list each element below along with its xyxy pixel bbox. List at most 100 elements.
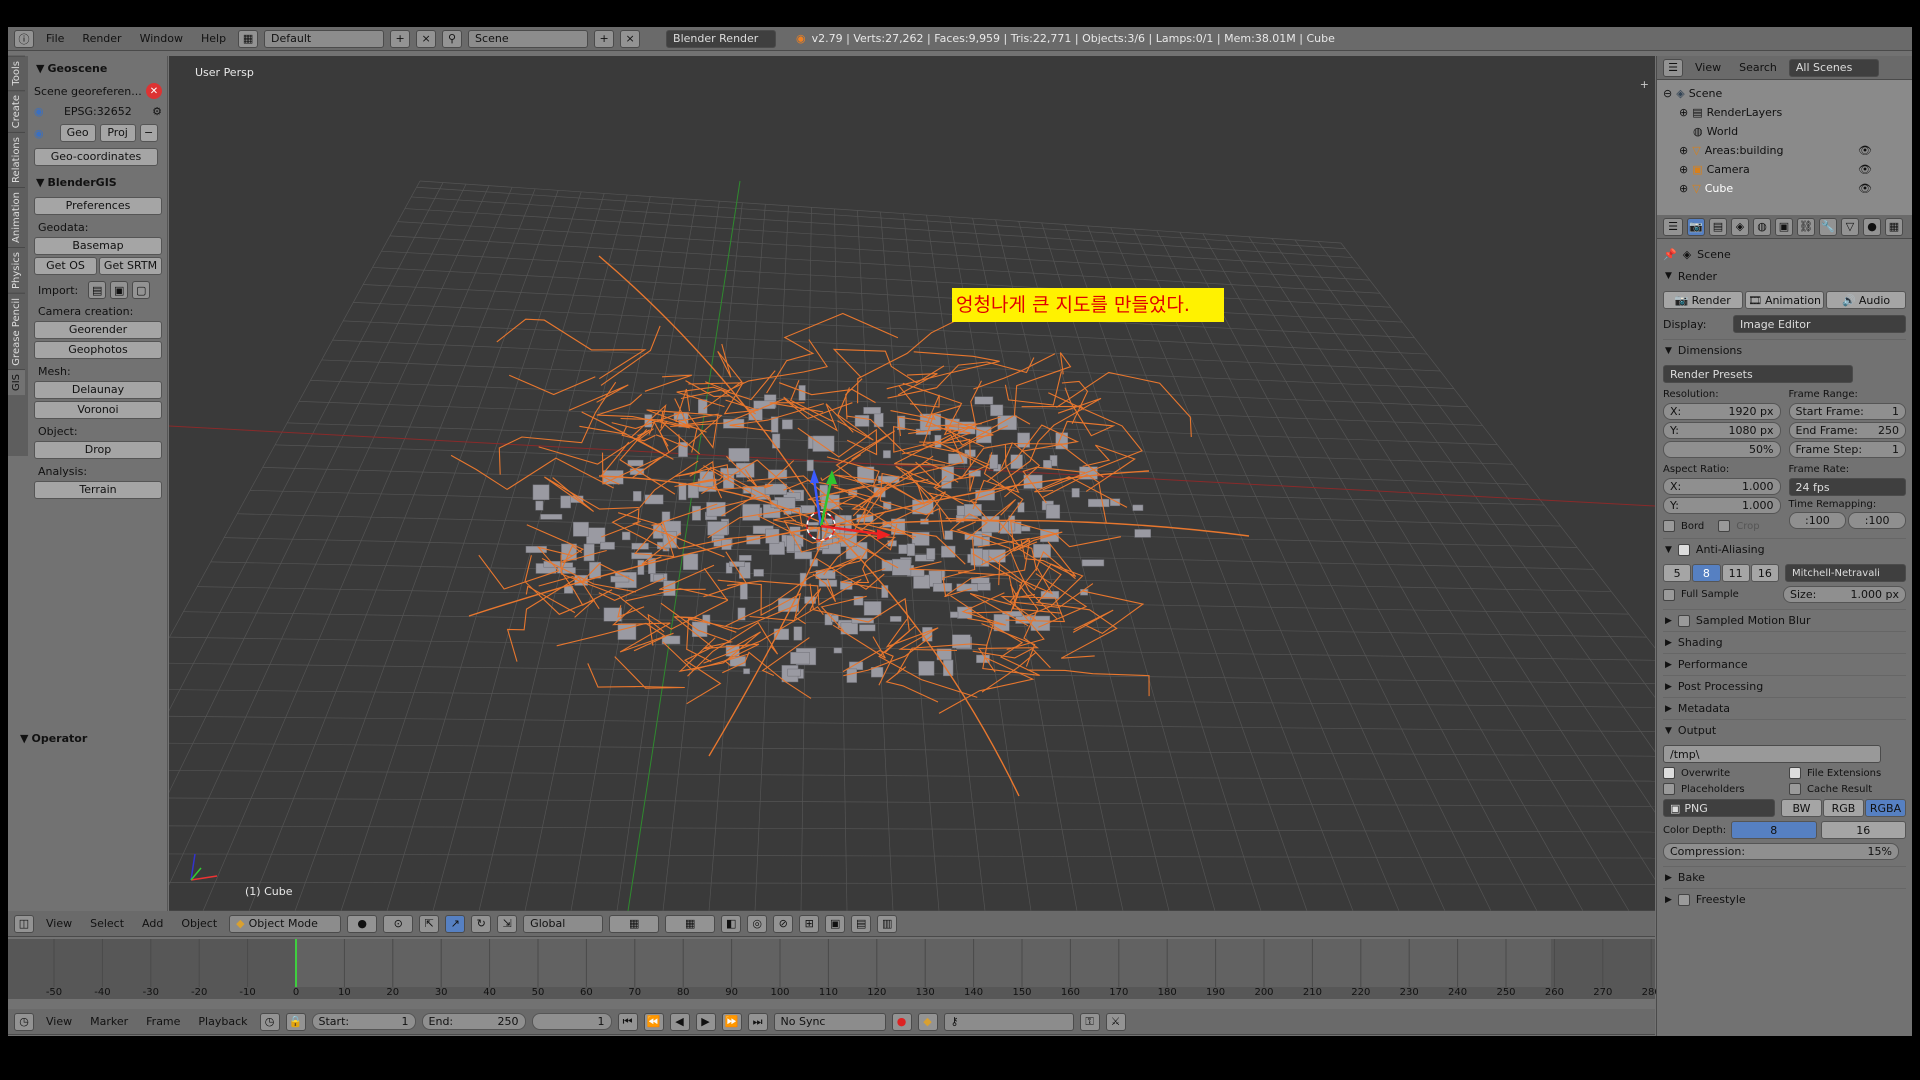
modifiers-tab-icon[interactable]: 🔧 xyxy=(1819,217,1837,236)
remap-new-field[interactable]: :100 xyxy=(1848,512,1906,529)
visibility-eye-icon[interactable]: 👁 xyxy=(1858,144,1872,157)
opengl-anim-icon[interactable]: ▥ xyxy=(877,914,898,933)
manipulator-toggle-icon[interactable]: ⇱ xyxy=(419,914,440,933)
crop-checkbox[interactable] xyxy=(1718,520,1731,532)
frame-step-field[interactable]: Frame Step: 1 xyxy=(1788,441,1906,458)
keying-set-field[interactable]: ⚷ xyxy=(943,1012,1074,1031)
world-tab-icon[interactable]: ◍ xyxy=(1753,217,1771,236)
layout-selector[interactable]: Default xyxy=(264,29,385,48)
geophotos-button[interactable]: Geophotos xyxy=(34,341,162,359)
color-rgba-button[interactable]: RGBA xyxy=(1865,799,1906,817)
tab-grease-pencil[interactable]: Grease Pencil xyxy=(8,292,25,370)
timeline-editor[interactable]: -50 -40 -30 -20 -10 0 10 20 30 40 50 60 70 80 90 100 110… xyxy=(8,939,1661,999)
get-srtm-button[interactable]: Get SRTM xyxy=(99,257,162,275)
voronoi-button[interactable]: Voronoi xyxy=(34,401,162,419)
pivot-point-icon[interactable]: ⊙ xyxy=(383,914,414,933)
outliner-item-camera[interactable]: ⊕ ▣ Camera 👁 xyxy=(1663,160,1912,179)
tab-create[interactable]: Create xyxy=(8,89,25,132)
jump-start-icon[interactable]: ⏮ xyxy=(617,1012,638,1031)
info-editor-icon[interactable]: ⓘ xyxy=(14,29,34,48)
expand-icon[interactable]: ⊕ xyxy=(1679,182,1688,195)
menu-view[interactable]: View xyxy=(40,917,78,930)
freestyle-checkbox[interactable] xyxy=(1677,893,1690,906)
sampled-motion-blur-header[interactable]: ▶ Sampled Motion Blur xyxy=(1663,609,1906,631)
outliner-item-renderlayers[interactable]: ⊕ ▤ RenderLayers xyxy=(1663,103,1912,122)
viewport-shading-icon[interactable]: ● xyxy=(347,914,378,933)
frame-rate-select[interactable]: 24 fps xyxy=(1788,478,1906,496)
tab-relations[interactable]: Relations xyxy=(8,131,25,187)
drop-button[interactable]: Drop xyxy=(34,441,162,459)
filter-size-field[interactable]: Size: 1.000 px xyxy=(1783,586,1906,603)
remove-scene-icon[interactable]: × xyxy=(620,29,641,48)
output-path-field[interactable]: /tmp\ xyxy=(1663,745,1881,763)
play-reverse-icon[interactable]: ◀ xyxy=(669,1012,690,1031)
display-select[interactable]: Image Editor xyxy=(1733,315,1906,333)
data-tab-icon[interactable]: ▽ xyxy=(1841,217,1859,236)
tab-animation[interactable]: Animation xyxy=(8,186,25,247)
3d-viewport[interactable]: User Persp (1) Cube 엉청나게 큰 지도를 만들었다. + xyxy=(169,56,1655,911)
scene-icon[interactable]: ⚲ xyxy=(442,29,463,48)
terrain-button[interactable]: Terrain xyxy=(34,481,162,499)
lock-icon[interactable]: 🔒 xyxy=(285,1012,306,1031)
depth-16-button[interactable]: 16 xyxy=(1820,821,1906,839)
bake-panel-header[interactable]: ▶ Bake xyxy=(1663,866,1906,888)
radio-icon[interactable]: ◉ xyxy=(34,127,44,140)
cache-result-checkbox[interactable] xyxy=(1789,783,1801,795)
output-panel-header[interactable]: ▼ Output xyxy=(1663,719,1906,741)
expand-icon[interactable]: ⊕ xyxy=(1679,106,1688,119)
render-panel-header[interactable]: ▼ Render xyxy=(1663,265,1906,287)
translate-icon[interactable]: ↗ xyxy=(445,914,466,933)
menu-add[interactable]: Add xyxy=(136,917,169,930)
preferences-button[interactable]: Preferences xyxy=(34,197,162,215)
performance-panel-header[interactable]: ▶ Performance xyxy=(1663,653,1906,675)
tl-menu-view[interactable]: View xyxy=(40,1015,78,1028)
start-frame-field[interactable]: Start: 1 xyxy=(311,1013,416,1030)
expand-icon[interactable]: ⊕ xyxy=(1679,163,1688,176)
proj-button[interactable]: Proj xyxy=(99,124,136,142)
tab-gis[interactable]: GIS xyxy=(8,369,25,396)
tab-tools[interactable]: Tools xyxy=(8,56,25,90)
next-keyframe-icon[interactable]: ⏩ xyxy=(721,1012,742,1031)
render-engine-select[interactable]: Blender Render xyxy=(666,29,777,48)
layout-icon[interactable]: ▦ xyxy=(238,29,259,48)
constraints-tab-icon[interactable]: ⛓ xyxy=(1797,217,1815,236)
render-layers-tab-icon[interactable]: ▤ xyxy=(1709,217,1727,236)
panel-operator-header[interactable]: ▼ Operator xyxy=(18,732,87,745)
geo-button[interactable]: Geo xyxy=(59,124,96,142)
scene-tab-icon[interactable]: ◈ xyxy=(1731,217,1749,236)
tl-menu-marker[interactable]: Marker xyxy=(84,1015,134,1028)
menu-help[interactable]: Help xyxy=(195,32,232,45)
not-georef-icon[interactable]: ✕ xyxy=(146,83,162,99)
layers-grid-2-icon[interactable]: ▦ xyxy=(665,914,716,933)
menu-select[interactable]: Select xyxy=(84,917,130,930)
aa-enable-checkbox[interactable] xyxy=(1677,543,1690,556)
basemap-button[interactable]: Basemap xyxy=(34,237,162,255)
resolution-percent-field[interactable]: 50% xyxy=(1663,441,1781,458)
outliner-item-cube[interactable]: ⊕ ▽ Cube 👁 xyxy=(1663,179,1912,198)
import-shapefile-icon[interactable]: ▤ xyxy=(88,281,107,299)
jump-end-icon[interactable]: ⏭ xyxy=(747,1012,768,1031)
georender-button[interactable]: Georender xyxy=(34,321,162,339)
metadata-panel-header[interactable]: ▶ Metadata xyxy=(1663,697,1906,719)
radio-icon[interactable]: ◉ xyxy=(34,105,44,118)
proportional-edit-icon[interactable]: ◎ xyxy=(747,914,768,933)
get-os-button[interactable]: Get OS xyxy=(34,257,97,275)
minus-button[interactable]: − xyxy=(139,124,158,142)
insert-key-icon[interactable]: ⚿ xyxy=(1079,1012,1100,1031)
editor-type-icon[interactable]: ◫ xyxy=(14,914,34,933)
outliner-item-scene[interactable]: ⊖ ◈ Scene xyxy=(1663,84,1912,103)
scene-selector[interactable]: Scene xyxy=(468,29,589,48)
viewport-corner-plus-icon[interactable]: + xyxy=(1640,78,1649,91)
render-button[interactable]: 📷 Render xyxy=(1663,291,1743,309)
import-raster-icon[interactable]: ▣ xyxy=(110,281,129,299)
pin-icon[interactable]: 📌 xyxy=(1663,248,1677,261)
border-checkbox[interactable] xyxy=(1663,520,1675,532)
transform-orientation-select[interactable]: Global xyxy=(523,914,604,933)
panel-blendergis-header[interactable]: ▼ BlenderGIS xyxy=(34,176,162,189)
sync-mode-select[interactable]: No Sync xyxy=(773,1012,886,1031)
import-osm-icon[interactable]: ▢ xyxy=(132,281,151,299)
scale-icon[interactable]: ⇲ xyxy=(497,914,518,933)
freestyle-panel-header[interactable]: ▶ Freestyle xyxy=(1663,888,1906,910)
lock-camera-icon[interactable]: ◧ xyxy=(721,914,742,933)
object-tab-icon[interactable]: ▣ xyxy=(1775,217,1793,236)
